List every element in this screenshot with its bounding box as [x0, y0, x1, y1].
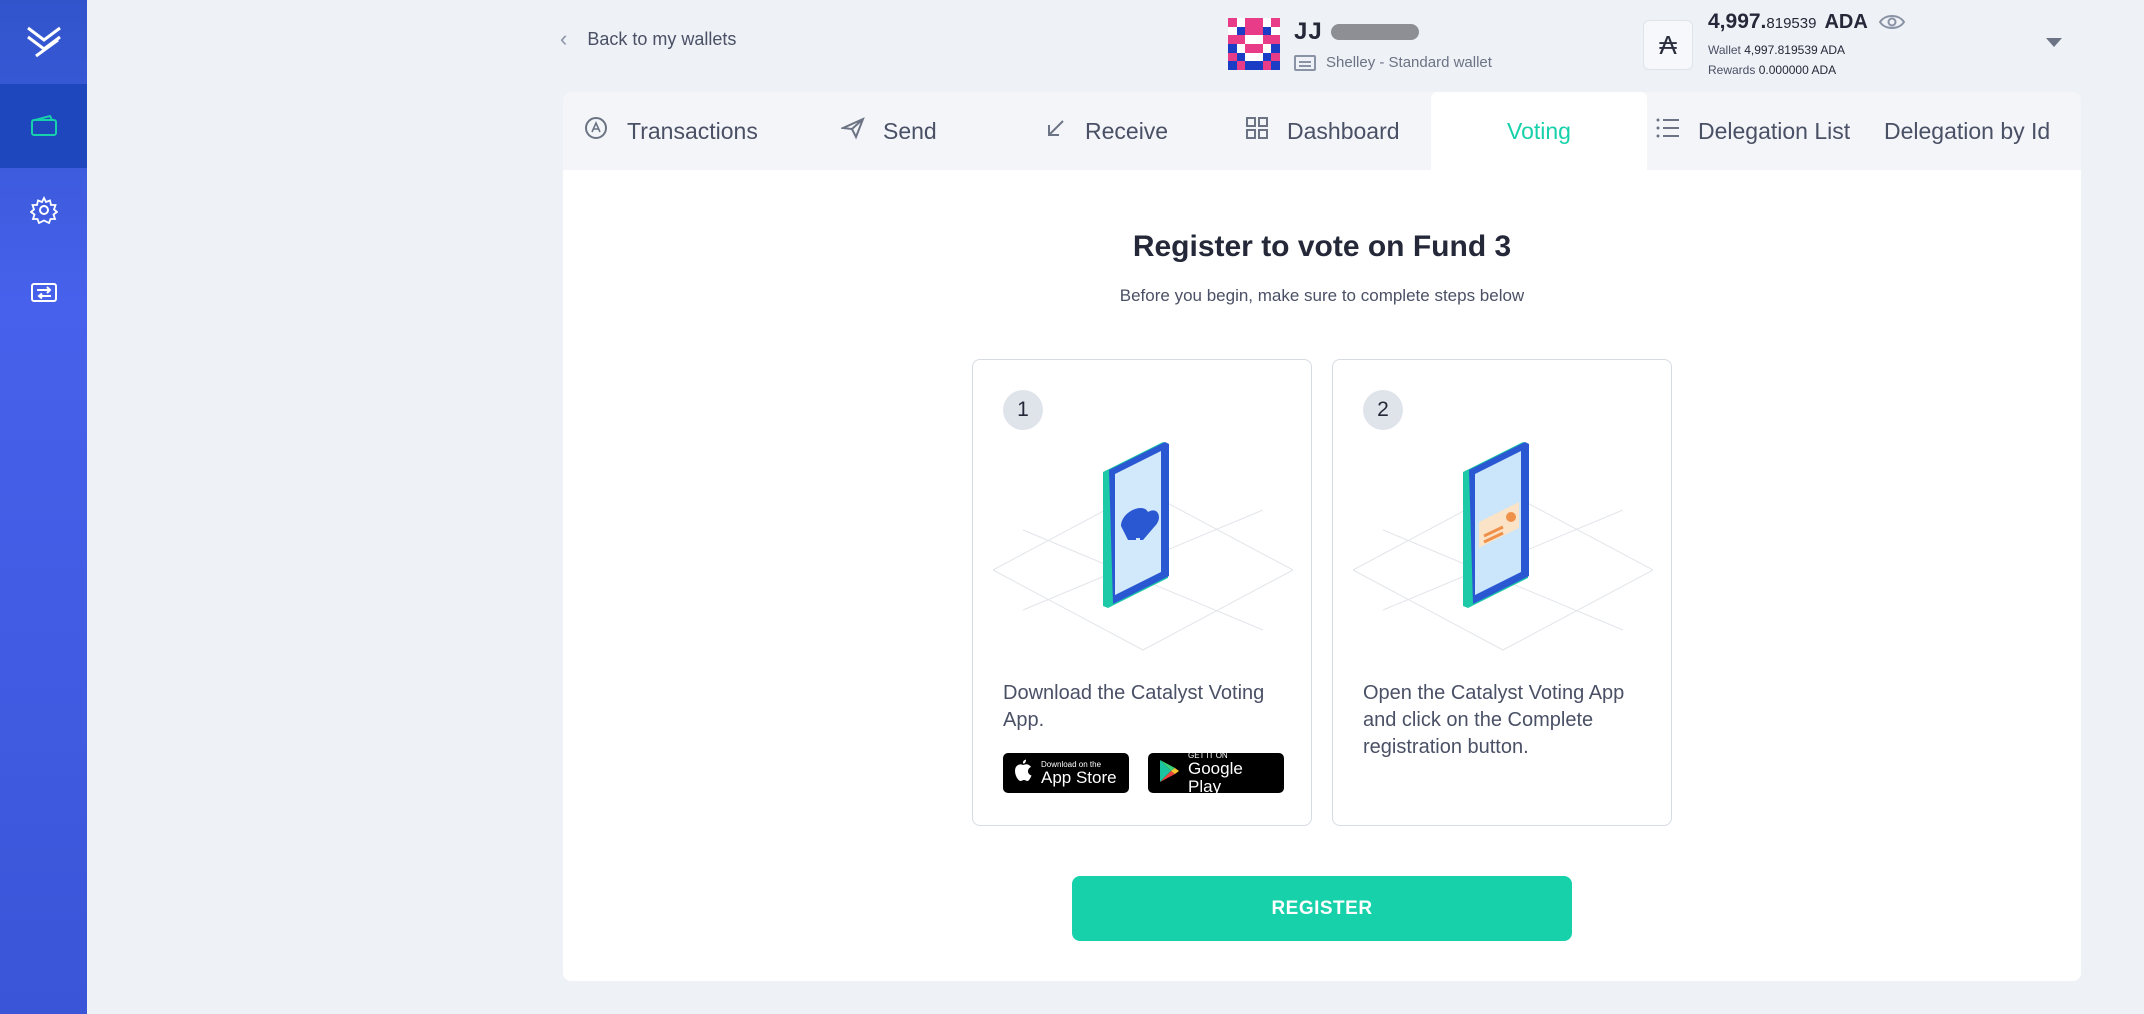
wallet-tabs: Transactions Send Receive Dashboard Voti… — [563, 92, 2081, 170]
tab-delegation-by-id[interactable]: Delegation by Id — [1884, 92, 2050, 170]
tab-send[interactable]: Send — [839, 92, 937, 170]
register-button[interactable]: REGISTER — [1072, 876, 1572, 941]
sidebar-item-wallets[interactable] — [0, 84, 87, 168]
tab-receive[interactable]: Receive — [1045, 92, 1168, 170]
step-number: 1 — [1003, 390, 1043, 430]
back-label: Back to my wallets — [587, 28, 737, 49]
wallet-icon — [30, 114, 58, 138]
dashboard-icon — [1245, 116, 1269, 146]
page-subtitle: Before you begin, make sure to complete … — [1119, 286, 1525, 305]
tab-transactions[interactable]: Transactions — [583, 92, 758, 170]
step-card-download: 1 Download the Catalyst Voting App. Down… — [972, 359, 1312, 826]
back-to-wallets-link[interactable]: ‹ Back to my wallets — [560, 28, 736, 50]
ada-currency-icon[interactable]: ₳ — [1643, 20, 1693, 70]
rewards-amount-row: Rewards 0.000000 ADA — [1708, 63, 1837, 77]
chevron-left-icon: ‹ — [560, 26, 568, 51]
sidebar-item-settings[interactable] — [0, 168, 87, 252]
sidebar-item-transfer[interactable] — [0, 250, 87, 334]
wallet-name: JJ — [1294, 18, 1323, 45]
phone-download-illustration — [992, 440, 1294, 660]
wallet-amount-row: Wallet 4,997.819539 ADA — [1708, 43, 1846, 57]
google-play-button[interactable]: GET IT ON Google Play — [1148, 751, 1284, 795]
step-text-download: Download the Catalyst Voting App. — [1003, 682, 1265, 731]
wallet-dropdown-caret-icon[interactable] — [2046, 38, 2062, 47]
tab-dashboard[interactable]: Dashboard — [1245, 92, 1400, 170]
wallet-type-icon — [1294, 54, 1316, 71]
transactions-icon — [583, 115, 609, 147]
apple-icon — [1013, 759, 1033, 788]
redacted-name — [1330, 24, 1419, 40]
wallet-identity: JJ Shelley - Standard wallet — [1228, 18, 1492, 71]
tab-voting[interactable]: Voting — [1431, 92, 1647, 170]
send-icon — [839, 116, 865, 146]
phone-registration-illustration — [1352, 440, 1654, 660]
tab-delegation-list[interactable]: Delegation List — [1656, 92, 1850, 170]
sidebar — [0, 0, 87, 1014]
eye-icon[interactable] — [1878, 12, 1906, 37]
balance-unit: ADA — [1824, 11, 1868, 33]
voting-panel: Register to vote on Fund 3 Before you be… — [563, 170, 2081, 981]
step-text-register: Open the Catalyst Voting App and click o… — [1363, 682, 1625, 758]
google-play-icon — [1158, 759, 1180, 788]
step-number: 2 — [1363, 390, 1403, 430]
yoroi-logo-icon[interactable] — [0, 0, 87, 84]
transfer-icon — [30, 280, 58, 304]
balance-integer: 4,997. — [1708, 10, 1767, 33]
gear-icon — [29, 196, 58, 224]
list-icon — [1656, 117, 1680, 145]
app-store-button[interactable]: Download on the App Store — [1003, 753, 1129, 793]
page-title: Register to vote on Fund 3 — [1132, 230, 1512, 263]
wallet-type: Shelley - Standard wallet — [1326, 54, 1492, 71]
receive-icon — [1045, 117, 1067, 145]
wallet-balance: 4,997. 819539 ADA Wallet 4,997.819539 ADA … — [1708, 10, 1868, 80]
avatar — [1228, 18, 1280, 70]
step-card-register: 2 Open the Catalyst Voting App and click… — [1332, 359, 1672, 826]
balance-decimal: 819539 — [1766, 15, 1817, 32]
